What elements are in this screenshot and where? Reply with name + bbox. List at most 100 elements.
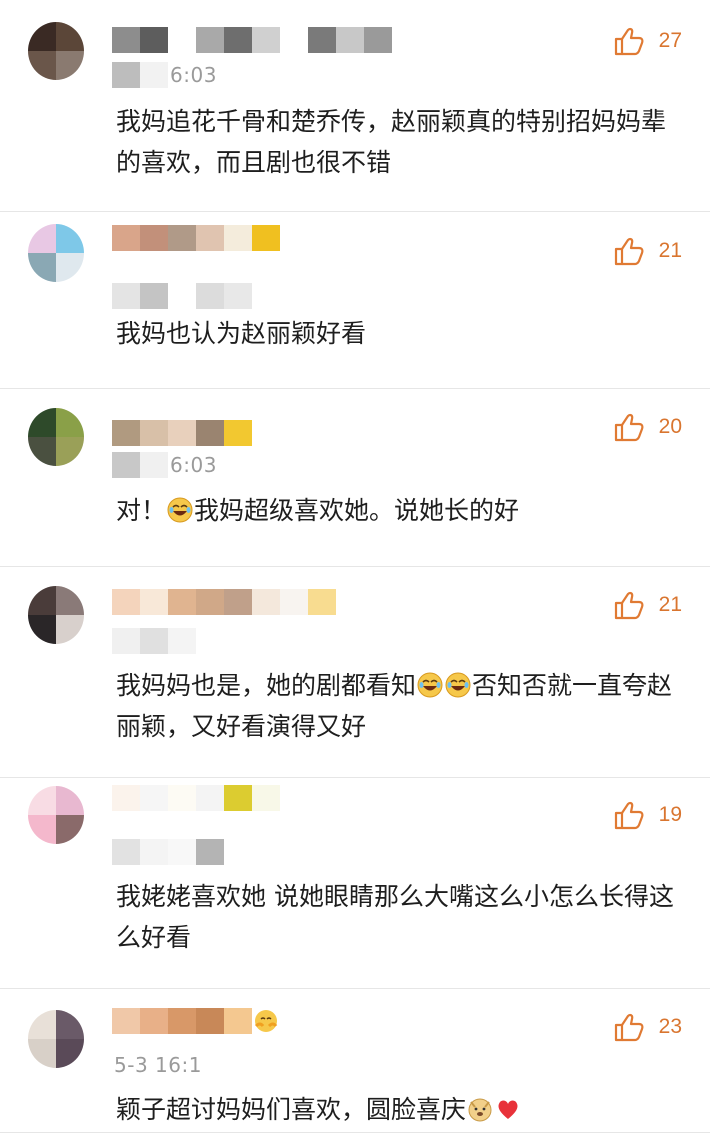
timestamp: 6:03 [170, 453, 217, 477]
username-mosaic-block [140, 785, 168, 811]
avatar-mosaic-block [28, 1039, 56, 1068]
comment-text: 我妈也认为赵丽颖好看 [116, 313, 676, 354]
username-mosaic-block [140, 420, 168, 446]
comment-text: 我妈妈也是，她的剧都看知 否知否就一直夸赵丽颖，又好看演得又好 [116, 665, 676, 747]
username-mosaic-block [140, 589, 168, 615]
username-mosaic-block [196, 225, 224, 251]
like-button[interactable]: 21 [613, 590, 682, 620]
comment-text: 颖子超讨妈妈们喜欢，圆脸喜庆 [116, 1089, 676, 1130]
comment-text-body: 我姥姥喜欢她 说她眼睛那么大嘴这么小怎么长得这么好看 [116, 882, 674, 952]
comment-item: 6:03 27 我妈追花千骨和楚乔传，赵丽颖真的特别招妈妈辈的喜欢，而且剧也很不错 [0, 0, 710, 212]
avatar-mosaic-block [28, 437, 56, 466]
username-mosaic-block [196, 27, 224, 53]
timestamp: 5-3 16:1 [114, 1053, 202, 1077]
username-mosaic-block [224, 27, 252, 53]
avatar-mosaic-block [56, 615, 84, 644]
username-mosaic-block [112, 225, 140, 251]
avatar-mosaic-block [28, 786, 56, 815]
comment-item: 21 我妈妈也是，她的剧都看知 否知否就一直夸赵丽颖，又好看演得又好 [0, 567, 710, 778]
username-mosaic[interactable] [112, 589, 336, 615]
avatar-mosaic-block [28, 253, 56, 282]
username-mosaic-block [336, 27, 364, 53]
timestamp-mosaic-block [140, 628, 168, 654]
username-mosaic-block [224, 785, 252, 811]
thumbs-up-icon [613, 236, 645, 266]
like-button[interactable]: 27 [613, 26, 682, 56]
comment-text-segment: 对！ [116, 496, 167, 525]
username-mosaic[interactable] [112, 1008, 280, 1034]
laughing-crying-emoji-icon [444, 671, 472, 700]
like-button[interactable]: 20 [613, 412, 682, 442]
username-mosaic-block [140, 1008, 168, 1034]
username-mosaic-block [280, 589, 308, 615]
timestamp-row: 6:03 [112, 452, 217, 478]
avatar-mosaic-block [56, 253, 84, 282]
timestamp-mosaic-block [112, 452, 140, 478]
laughing-crying-emoji-icon [416, 671, 444, 700]
timestamp-mosaic-block [140, 452, 168, 478]
timestamp-row [112, 628, 196, 654]
like-count: 19 [658, 803, 682, 826]
comment-text-segment: 我妈超级喜欢她。说她长的好 [194, 496, 520, 525]
doge-emoji-icon [466, 1095, 494, 1124]
timestamp-mosaic-block [140, 283, 168, 309]
laughing-crying-emoji-icon [166, 496, 194, 525]
username-mosaic-block [112, 589, 140, 615]
username-mosaic-block [140, 225, 168, 251]
username-mosaic-block [112, 27, 140, 53]
comment-text-segment: 颖子超讨妈妈们喜欢，圆脸喜庆 [116, 1095, 467, 1124]
avatar[interactable] [28, 224, 84, 282]
comment-text-body: 我妈也认为赵丽颖好看 [116, 319, 367, 348]
username-mosaic-block [280, 27, 308, 53]
timestamp-row [112, 839, 224, 865]
username-mosaic-block [140, 27, 168, 53]
like-button[interactable]: 23 [613, 1012, 682, 1042]
avatar-mosaic-block [56, 815, 84, 844]
username-mosaic-block [168, 27, 196, 53]
avatar[interactable] [28, 586, 84, 644]
comment-text-segment: 我妈妈也是，她的剧都看知 [116, 671, 417, 700]
comment-item: 6:03 20 对！ 我妈超级喜欢她。说她长的好 [0, 389, 710, 567]
avatar-mosaic-block [28, 615, 56, 644]
avatar[interactable] [28, 786, 84, 844]
timestamp-mosaic-block [112, 839, 140, 865]
avatar[interactable] [28, 22, 84, 80]
username-mosaic-block [252, 27, 280, 53]
username-mosaic-block [224, 225, 252, 251]
timestamp-mosaic-block [168, 839, 196, 865]
timestamp-mosaic-block [224, 283, 252, 309]
avatar-mosaic-block [56, 224, 84, 253]
avatar-mosaic-block [28, 51, 56, 80]
username-mosaic-block [308, 589, 336, 615]
thumbs-up-icon [613, 590, 645, 620]
username-mosaic[interactable] [112, 420, 252, 446]
like-button[interactable]: 21 [613, 236, 682, 266]
avatar[interactable] [28, 1010, 84, 1068]
avatar-mosaic-block [56, 408, 84, 437]
avatar-mosaic-block [28, 224, 56, 253]
comment-item: 19 我姥姥喜欢她 说她眼睛那么大嘴这么小怎么长得这么好看 [0, 778, 710, 989]
timestamp-row: 6:03 [112, 62, 217, 88]
username-mosaic[interactable] [112, 27, 392, 53]
avatar[interactable] [28, 408, 84, 466]
timestamp-row: 5-3 16:1 [112, 1052, 202, 1078]
thumbs-up-icon [613, 1012, 645, 1042]
username-mosaic-block [168, 1008, 196, 1034]
comment-item: 21 我妈也认为赵丽颖好看 [0, 212, 710, 389]
comment-item: 5-3 16:1 23 颖子超讨妈妈们喜欢，圆脸喜庆 [0, 989, 710, 1133]
avatar-mosaic-block [28, 1010, 56, 1039]
comment-text-body: 我妈追花千骨和楚乔传，赵丽颖真的特别招妈妈辈的喜欢，而且剧也很不错 [116, 107, 667, 177]
avatar-mosaic-block [28, 408, 56, 437]
username-mosaic[interactable] [112, 785, 280, 811]
comment-text: 我姥姥喜欢她 说她眼睛那么大嘴这么小怎么长得这么好看 [116, 876, 676, 958]
avatar-mosaic-block [56, 51, 84, 80]
username-mosaic-block [252, 785, 280, 811]
username-mosaic-block [196, 1008, 224, 1034]
like-count: 20 [658, 415, 682, 438]
timestamp-mosaic-block [196, 283, 224, 309]
username-mosaic[interactable] [112, 225, 280, 251]
username-mosaic-block [168, 589, 196, 615]
like-button[interactable]: 19 [613, 800, 682, 830]
timestamp-mosaic-block [140, 62, 168, 88]
timestamp-mosaic-block [112, 283, 140, 309]
